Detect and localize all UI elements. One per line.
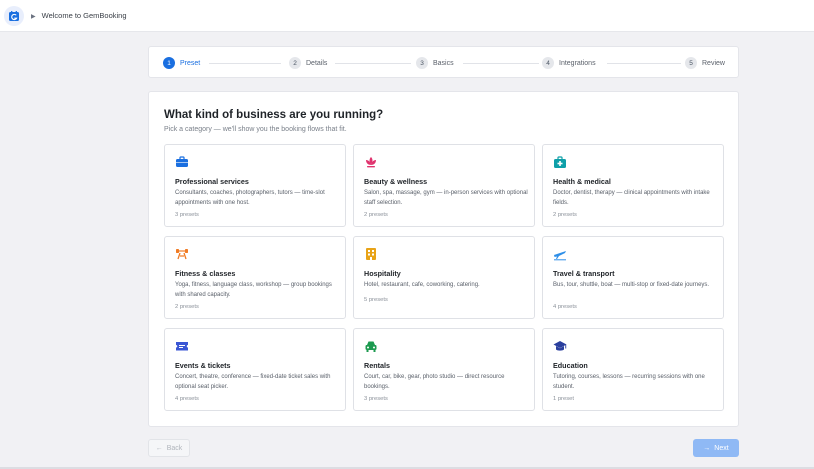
step-number: 2 [289,57,301,69]
dumbbell-icon [175,247,189,261]
step-review[interactable]: 5 Review [685,56,725,70]
car-icon [364,339,378,353]
card-preset-count: 3 presets [364,396,388,402]
step-connector [209,63,281,64]
hotel-icon [364,247,378,261]
category-card-professional-services[interactable]: Professional services Consultants, coach… [164,144,346,227]
section-subtitle: Pick a category — we'll show you the boo… [164,126,347,133]
card-title: Health & medical [553,177,611,186]
step-label: Preset [180,59,201,67]
card-description: Tutoring, courses, lessons — recurring s… [553,374,705,390]
card-description: Salon, spa, massage, gym — in-person ser… [364,190,528,206]
card-title: Professional services [175,177,249,186]
step-integrations[interactable]: 4 Integrations [542,56,596,70]
wizard-stepper: 1 Preset 2 Details 3 Basics 4 Integratio… [148,46,739,78]
step-number: 4 [542,57,554,69]
category-card-beauty-wellness[interactable]: Beauty & wellness Salon, spa, massage, g… [353,144,535,227]
category-card-hospitality[interactable]: Hospitality Hotel, restaurant, cafe, cow… [353,236,535,319]
ticket-icon [175,339,189,353]
card-description: Hotel, restaurant, cafe, coworking, cate… [364,282,480,288]
card-description: Yoga, fitness, language class, workshop … [175,282,332,298]
app-logo-icon[interactable] [4,5,24,26]
category-card-events-tickets[interactable]: Events & tickets Concert, theatre, confe… [164,328,346,411]
card-title: Hospitality [364,269,401,278]
back-button-label: Back [166,444,183,452]
card-description: Bus, tour, shuttle, boat — multi-stop or… [553,282,710,288]
step-label: Basics [433,59,454,67]
card-description: Consultants, coaches, photographers, tut… [175,190,325,206]
card-title: Travel & transport [553,269,615,278]
category-card-rentals[interactable]: Rentals Court, car, bike, gear, photo st… [353,328,535,411]
card-title: Events & tickets [175,361,231,370]
step-label: Integrations [559,59,596,67]
card-preset-count: 1 preset [553,396,574,402]
card-title: Beauty & wellness [364,177,428,186]
next-button-label: Next [714,444,729,452]
step-details[interactable]: 2 Details [289,56,327,70]
step-number: 1 [163,57,175,69]
category-card-health-medical[interactable]: Health & medical Doctor, dentist, therap… [542,144,724,227]
step-preset[interactable]: 1 Preset [163,56,200,70]
graduation-cap-icon [553,339,567,353]
back-button[interactable]: ← Back [148,439,190,457]
card-preset-count: 2 presets [175,304,199,310]
card-preset-count: 4 presets [553,304,577,310]
step-connector [335,63,411,64]
card-title: Education [553,361,588,370]
step-number: 5 [685,57,697,69]
card-description: Doctor, dentist, therapy — clinical appo… [553,190,710,206]
page-title: Welcome to GemBooking [41,11,127,20]
card-preset-count: 4 presets [175,396,199,402]
category-card-education[interactable]: Education Tutoring, courses, lessons — r… [542,328,724,411]
chevron-right-icon: ▶ [31,13,36,20]
airplane-icon [553,247,567,261]
section-heading: What kind of business are you running? [164,109,384,121]
card-preset-count: 2 presets [364,212,388,218]
lotus-icon [364,155,378,169]
card-preset-count: 5 presets [364,297,388,303]
step-connector [607,63,681,64]
next-button[interactable]: → Next [693,439,739,457]
category-panel: What kind of business are you running? P… [148,91,739,427]
step-basics[interactable]: 3 Basics [416,56,454,70]
step-label: Details [306,59,328,67]
category-card-fitness-classes[interactable]: Fitness & classes Yoga, fitness, languag… [164,236,346,319]
card-preset-count: 3 presets [175,212,199,218]
step-connector [463,63,539,64]
card-preset-count: 2 presets [553,212,577,218]
top-bar: ▶ Welcome to GemBooking [0,0,814,32]
card-title: Rentals [364,361,390,370]
step-number: 3 [416,57,428,69]
card-description: Court, car, bike, gear, photo studio — d… [364,374,505,390]
arrow-left-icon: ← [155,444,163,452]
card-description: Concert, theatre, conference — fixed-dat… [175,374,331,390]
medical-kit-icon [553,155,567,169]
category-card-travel-transport[interactable]: Travel & transport Bus, tour, shuttle, b… [542,236,724,319]
step-label: Review [702,59,725,67]
card-title: Fitness & classes [175,269,236,278]
briefcase-icon [175,155,189,169]
arrow-right-icon: → [703,444,711,452]
